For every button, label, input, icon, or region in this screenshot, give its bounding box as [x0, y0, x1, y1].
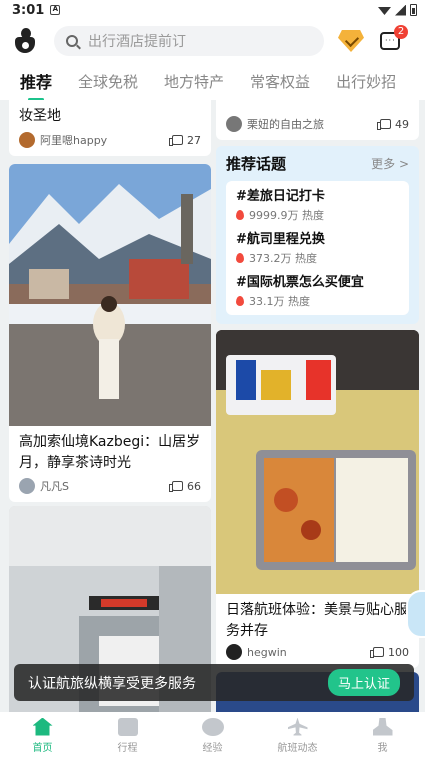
topics-more-link[interactable]: 更多 >	[371, 155, 409, 172]
thumbs-up-icon	[169, 481, 183, 492]
topic-name: #航司里程兑换	[236, 232, 325, 247]
topic-item[interactable]: #航司里程兑换 373.2万 热度	[236, 230, 399, 273]
certification-banner: 认证航旅纵横享受更多服务 马上认证	[14, 664, 414, 701]
topic-name: #国际机票怎么买便宜	[236, 275, 364, 290]
top-header: 出行酒店提前订 ··· 2	[0, 20, 425, 62]
tab-label: 我	[377, 742, 388, 754]
signal-icon	[395, 4, 406, 16]
thumbs-up-icon	[370, 647, 384, 658]
flame-icon	[236, 210, 244, 220]
feed-card-top-left[interactable]: 妆圣地 阿里嗯happy 27	[9, 100, 211, 156]
tab-home[interactable]: 首页	[0, 712, 85, 759]
search-placeholder: 出行酒店提前订	[88, 34, 186, 50]
plane-icon	[287, 717, 308, 736]
feed-card-flight[interactable]: 日落航班体验：美景与贴心服务并存 hegwin 100	[216, 330, 419, 668]
recommended-topics: 推荐话题 更多 > #差旅日记打卡 9999.9万 热度 #航司里程兑换 373…	[216, 146, 419, 324]
tab-label: 航班动态	[277, 742, 318, 754]
banner-text: 认证航旅纵横享受更多服务	[28, 675, 196, 692]
card-username: hegwin	[247, 645, 287, 659]
avatar	[19, 478, 35, 494]
tab-me[interactable]: 我	[340, 712, 425, 759]
bottom-tab-bar: 首页 行程 经验 航班动态 我	[0, 712, 425, 759]
topic-name: #差旅日记打卡	[236, 189, 325, 204]
notification-a-icon: A	[50, 5, 61, 15]
topic-heat: 373.2万 热度	[249, 252, 317, 265]
like-button[interactable]: 100	[370, 645, 409, 659]
like-button[interactable]: 49	[377, 117, 409, 131]
tab-frequent-flyer[interactable]: 常客权益	[250, 71, 310, 92]
feed: 妆圣地 阿里嗯happy 27 栗妞的自由之旅 49 推荐话题 更多 > #差旅…	[0, 100, 425, 712]
topic-heat: 33.1万 热度	[249, 295, 310, 308]
tab-local-specialty[interactable]: 地方特产	[164, 71, 224, 92]
topic-item[interactable]: #国际机票怎么买便宜 33.1万 热度	[236, 273, 399, 316]
tab-label: 行程	[117, 742, 138, 754]
avatar	[19, 132, 35, 148]
message-icon[interactable]: ··· 2	[380, 25, 408, 50]
status-bar: 3:01 A	[0, 0, 425, 20]
avatar	[226, 644, 242, 660]
wifi-icon	[378, 7, 391, 15]
card-title: 高加索仙境Kazbegi：山居岁月，静享茶诗时光	[19, 434, 201, 471]
flame-icon	[236, 296, 244, 306]
vip-diamond-icon[interactable]	[338, 30, 364, 52]
avatar	[226, 116, 242, 132]
like-button[interactable]: 27	[169, 133, 201, 147]
card-title: 日落航班体验：美景与贴心服务并存	[226, 602, 408, 639]
feed-card-top-right[interactable]: 栗妞的自由之旅 49	[216, 100, 419, 140]
card-title: 妆圣地	[19, 108, 61, 124]
like-count: 100	[388, 645, 409, 659]
card-username: 阿里嗯happy	[40, 134, 108, 147]
tab-flight-status[interactable]: 航班动态	[255, 712, 340, 759]
app-logo-icon[interactable]	[12, 27, 40, 55]
like-button[interactable]: 66	[169, 479, 201, 493]
tab-travel-tips[interactable]: 出行妙招	[336, 71, 396, 92]
search-input[interactable]: 出行酒店提前订	[54, 26, 324, 56]
card-username: 栗妞的自由之旅	[247, 118, 324, 131]
thumbs-up-icon	[169, 135, 183, 146]
tab-itinerary[interactable]: 行程	[85, 712, 170, 759]
topics-list: #差旅日记打卡 9999.9万 热度 #航司里程兑换 373.2万 热度 #国际…	[226, 181, 409, 315]
battery-icon	[410, 4, 417, 16]
chat-bubble-icon	[201, 717, 224, 736]
tab-experience[interactable]: 经验	[170, 712, 255, 759]
message-badge: 2	[394, 25, 408, 39]
card-photo-mountain	[9, 164, 211, 426]
user-icon	[372, 717, 393, 736]
like-count: 49	[395, 117, 409, 131]
topics-title: 推荐话题	[226, 154, 287, 173]
search-icon	[66, 35, 78, 47]
tab-label: 经验	[202, 742, 223, 754]
tab-global-duty-free[interactable]: 全球免税	[78, 71, 138, 92]
flame-icon	[236, 253, 244, 263]
feed-card-kazbegi[interactable]: 高加索仙境Kazbegi：山居岁月，静享茶诗时光 凡凡S 66	[9, 164, 211, 502]
suitcase-icon	[117, 717, 138, 736]
certify-now-button[interactable]: 马上认证	[327, 669, 400, 696]
like-count: 66	[187, 479, 201, 493]
card-username: 凡凡S	[40, 480, 69, 493]
category-tabs: 推荐 全球免税 地方特产 常客权益 出行妙招	[0, 62, 425, 100]
topic-item[interactable]: #差旅日记打卡 9999.9万 热度	[236, 187, 399, 230]
tab-recommend[interactable]: 推荐	[20, 69, 52, 100]
thumbs-up-icon	[377, 119, 391, 130]
topic-heat: 9999.9万 热度	[249, 209, 324, 222]
home-icon	[32, 717, 53, 736]
tab-label: 首页	[32, 742, 53, 754]
card-photo-inflight-meal	[216, 330, 419, 594]
status-icons	[378, 4, 417, 16]
status-time: 3:01	[12, 2, 45, 18]
floating-assistant-icon[interactable]	[406, 590, 425, 638]
like-count: 27	[187, 133, 201, 147]
